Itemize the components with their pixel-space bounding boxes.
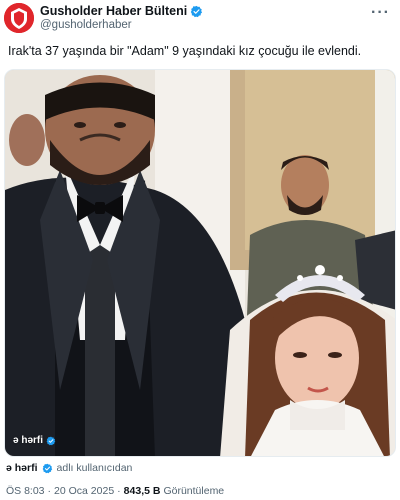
post-date[interactable]: 20 Oca 2025 xyxy=(54,485,114,497)
tweet-text: Irak'ta 37 yaşında bir "Adam" 9 yaşındak… xyxy=(8,44,362,58)
tweet-header: Gusholder Haber Bülteni @gusholderhaber … xyxy=(0,0,400,36)
verified-badge-icon xyxy=(191,5,203,17)
views-label: Görüntüleme xyxy=(163,485,225,497)
views-count: 843,5 B xyxy=(123,485,161,497)
post-time[interactable]: ÖS 8:03 xyxy=(6,485,45,497)
media-source-attribution: ə hərfi adlı kullanıcıdan xyxy=(6,462,132,474)
source-account-name[interactable]: ə hərfi xyxy=(6,462,38,474)
name-row: Gusholder Haber Bülteni xyxy=(40,4,203,18)
tweet-media-image[interactable]: ə hərfi xyxy=(4,69,396,457)
separator: · xyxy=(117,485,121,497)
more-options-icon[interactable]: ··· xyxy=(371,4,390,22)
handle[interactable]: @gusholderhaber xyxy=(40,19,132,31)
verified-badge-icon xyxy=(42,463,52,473)
tweet-meta: ÖS 8:03 · 20 Oca 2025 · 843,5 B Görüntül… xyxy=(6,485,224,497)
media-watermark: ə hərfi xyxy=(13,435,56,446)
avatar[interactable] xyxy=(4,3,34,33)
verified-badge-icon xyxy=(46,436,56,445)
wedding-photo xyxy=(5,70,395,456)
display-name[interactable]: Gusholder Haber Bülteni xyxy=(40,4,187,18)
red-shield-logo-icon xyxy=(4,3,34,33)
separator: · xyxy=(47,485,52,497)
source-label: adlı kullanıcıdan xyxy=(56,462,133,474)
watermark-text: ə hərfi xyxy=(13,435,44,446)
